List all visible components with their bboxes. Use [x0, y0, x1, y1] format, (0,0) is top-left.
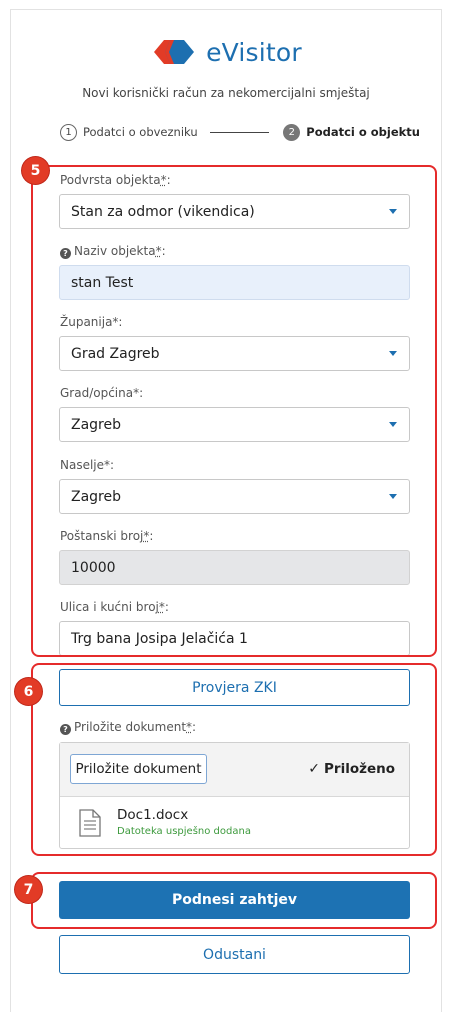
cancel-button[interactable]: Odustani: [59, 935, 410, 974]
page-subtitle: Novi korisnički račun za nekomercijalni …: [82, 86, 370, 100]
app-logo: eVisitor: [0, 36, 452, 68]
step-1-label[interactable]: Podatci o obvezniku: [83, 125, 198, 139]
annotation-badge-6: 6: [15, 678, 42, 705]
annotation-box-5: [31, 165, 437, 657]
annotation-box-7: [31, 872, 437, 929]
step-indicator: 1 Podatci o obvezniku 2 Podatci o objekt…: [60, 121, 420, 143]
annotation-badge-7: 7: [15, 876, 42, 903]
annotation-badge-5: 5: [22, 157, 49, 184]
evisitor-logo-icon: [154, 40, 195, 64]
step-2-number: 2: [283, 123, 301, 141]
annotation-box-6: [31, 663, 437, 856]
step-1-number: 1: [60, 123, 77, 141]
step-2-label: Podatci o objektu: [306, 125, 420, 139]
step-connector: [209, 131, 270, 133]
logo-text: eVisitor: [206, 37, 302, 67]
